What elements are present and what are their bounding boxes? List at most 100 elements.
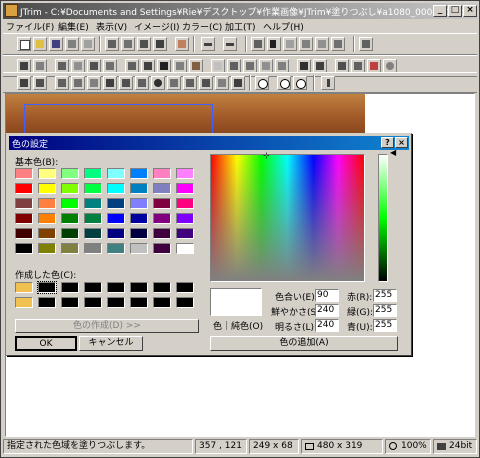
basic-color-swatch[interactable]: [38, 198, 56, 209]
frame-icon[interactable]: [331, 37, 345, 51]
shape7-icon[interactable]: [119, 76, 133, 90]
define-custom-colors-button[interactable]: 色の作成(D) >>: [15, 319, 199, 333]
dialog-close-button[interactable]: ×: [395, 137, 408, 148]
custom-color-swatch[interactable]: [107, 297, 125, 308]
basic-color-swatch[interactable]: [107, 198, 125, 209]
add-custom-color-button[interactable]: 色の追加(A): [210, 336, 398, 351]
basic-color-swatch[interactable]: [176, 168, 194, 179]
redo-icon[interactable]: [223, 37, 237, 51]
menu-help[interactable]: ヘルプ(H): [263, 20, 304, 33]
basic-color-swatch[interactable]: [15, 168, 33, 179]
copy-icon[interactable]: [105, 37, 119, 51]
basic-color-swatch[interactable]: [107, 168, 125, 179]
basic-color-swatch[interactable]: [107, 243, 125, 254]
basic-color-swatch[interactable]: [61, 198, 79, 209]
basic-color-swatch[interactable]: [38, 183, 56, 194]
new-icon[interactable]: [17, 37, 31, 51]
basic-color-swatch[interactable]: [107, 228, 125, 239]
blue-field[interactable]: 255: [373, 319, 397, 332]
mosaic-icon[interactable]: [87, 59, 101, 73]
basic-color-swatch[interactable]: [130, 168, 148, 179]
basic-color-swatch[interactable]: [130, 198, 148, 209]
edge-icon[interactable]: [141, 59, 155, 73]
emboss-icon[interactable]: [103, 59, 117, 73]
custom-color-swatch[interactable]: [107, 282, 125, 293]
custom-color-swatch[interactable]: [38, 297, 56, 308]
custom-color-swatch[interactable]: [153, 297, 171, 308]
custom-color-swatch[interactable]: [61, 282, 79, 293]
title-bar[interactable]: JTrim - C:¥Documents and Settings¥Rie¥デス…: [3, 3, 477, 19]
crop-icon[interactable]: [153, 37, 167, 51]
print-preview-icon[interactable]: [81, 37, 95, 51]
menu-image[interactable]: イメージ(I): [134, 20, 180, 33]
spectrum-crosshair-icon[interactable]: ⊹: [263, 151, 270, 160]
basic-color-swatch[interactable]: [15, 243, 33, 254]
basic-color-swatch[interactable]: [61, 243, 79, 254]
basic-color-swatch[interactable]: [176, 198, 194, 209]
bars-icon[interactable]: [297, 59, 311, 73]
zoom-dropdown-icon[interactable]: [255, 76, 269, 90]
brightness-icon[interactable]: [17, 59, 31, 73]
basic-color-swatch[interactable]: [38, 243, 56, 254]
basic-color-swatch[interactable]: [38, 168, 56, 179]
basic-color-swatch[interactable]: [153, 198, 171, 209]
maximize-button[interactable]: □: [448, 5, 462, 17]
brush-icon[interactable]: [135, 76, 149, 90]
shape6-icon[interactable]: [103, 76, 117, 90]
sat-field[interactable]: 240: [315, 304, 339, 317]
luminance-arrow-icon[interactable]: ◀: [390, 148, 396, 157]
pencil-icon[interactable]: [351, 59, 365, 73]
checker-icon[interactable]: [167, 76, 181, 90]
app-icon[interactable]: [5, 4, 18, 17]
basic-color-swatch[interactable]: [130, 243, 148, 254]
sepia-icon[interactable]: [189, 59, 203, 73]
open-icon[interactable]: [33, 37, 47, 51]
basic-color-swatch[interactable]: [61, 213, 79, 224]
basic-color-swatch[interactable]: [130, 183, 148, 194]
color-spectrum[interactable]: [210, 154, 365, 282]
basic-color-swatch[interactable]: [84, 228, 102, 239]
custom-color-swatch[interactable]: [37, 281, 57, 294]
shape4-icon[interactable]: [71, 76, 85, 90]
gear-icon[interactable]: [183, 76, 197, 90]
lens-icon[interactable]: [275, 59, 289, 73]
menu-color[interactable]: カラー(C): [182, 20, 222, 33]
shape5-icon[interactable]: [87, 76, 101, 90]
custom-color-swatch[interactable]: [84, 297, 102, 308]
basic-color-swatch[interactable]: [153, 168, 171, 179]
custom-color-swatch[interactable]: [84, 282, 102, 293]
basic-color-swatch[interactable]: [38, 213, 56, 224]
menu-file[interactable]: ファイル(F): [6, 20, 54, 33]
options-icon[interactable]: [359, 37, 373, 51]
basic-color-swatch[interactable]: [61, 183, 79, 194]
basic-color-swatch[interactable]: [15, 228, 33, 239]
help-button[interactable]: ?: [381, 137, 394, 148]
basic-color-swatch[interactable]: [38, 228, 56, 239]
wave-icon[interactable]: [259, 59, 273, 73]
menu-edit[interactable]: 編集(E): [58, 20, 89, 33]
custom-color-swatch[interactable]: [176, 297, 194, 308]
basic-color-swatch[interactable]: [61, 228, 79, 239]
basic-color-swatch[interactable]: [153, 183, 171, 194]
dialog-title-bar[interactable]: 色の設定 ? ×: [9, 136, 409, 150]
sun-icon[interactable]: [211, 59, 225, 73]
basic-color-swatch[interactable]: [176, 228, 194, 239]
cancel-button[interactable]: キャンセル: [79, 336, 143, 351]
basic-color-swatch[interactable]: [84, 213, 102, 224]
luminance-bar[interactable]: [378, 154, 388, 282]
hand-icon[interactable]: [175, 37, 189, 51]
basic-color-swatch[interactable]: [153, 243, 171, 254]
basic-color-swatch[interactable]: [84, 183, 102, 194]
shape-icon[interactable]: [17, 76, 31, 90]
basic-color-swatch[interactable]: [130, 228, 148, 239]
sharpen-icon[interactable]: [55, 59, 69, 73]
close-button[interactable]: ×: [463, 5, 477, 17]
custom-color-swatch[interactable]: [130, 282, 148, 293]
basic-color-swatch[interactable]: [153, 228, 171, 239]
paste-icon[interactable]: [121, 37, 135, 51]
basic-color-swatch[interactable]: [84, 168, 102, 179]
invert-icon[interactable]: [157, 59, 171, 73]
basic-color-swatch[interactable]: [130, 213, 148, 224]
star-icon[interactable]: [199, 76, 213, 90]
red-field[interactable]: 255: [373, 289, 397, 302]
